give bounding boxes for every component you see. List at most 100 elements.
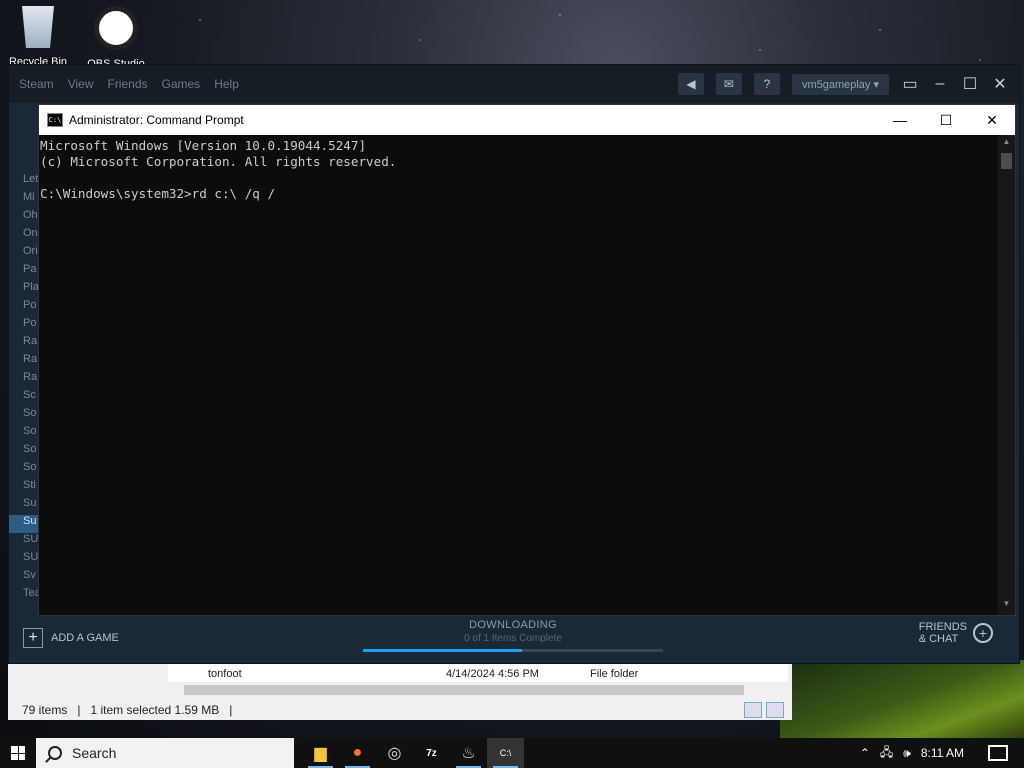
- table-row[interactable]: tonfoot 4/14/2024 4:56 PM File folder: [168, 664, 788, 682]
- obs-icon[interactable]: ◎: [376, 738, 413, 768]
- scroll-down-icon[interactable]: ▼: [998, 599, 1015, 613]
- friends-chat-button[interactable]: FRIENDS & CHAT +: [919, 621, 993, 645]
- taskbar-apps: ▆ ● ◎ 7z ♨ C:\: [302, 738, 524, 768]
- window-title: Administrator: Command Prompt: [69, 113, 244, 127]
- steam-icon[interactable]: ♨: [450, 738, 487, 768]
- close-icon[interactable]: ✕: [991, 74, 1009, 94]
- download-progress-fill: [363, 649, 522, 652]
- vertical-scrollbar[interactable]: ▲ ▼: [998, 135, 1015, 615]
- sidebar-item[interactable]: Ra: [9, 371, 39, 389]
- sidebar-item[interactable]: Oh: [9, 209, 39, 227]
- add-game-button[interactable]: + ADD A GAME: [23, 628, 119, 648]
- menu-games[interactable]: Games: [162, 77, 201, 91]
- download-status[interactable]: DOWNLOADING 0 of 1 Items Complete: [363, 615, 663, 652]
- sidebar-item[interactable]: Po: [9, 299, 39, 317]
- console-output[interactable]: Microsoft Windows [Version 10.0.19044.52…: [39, 135, 999, 615]
- sidebar-item[interactable]: SU: [9, 551, 39, 569]
- cmd-icon: C:\: [47, 113, 63, 127]
- sidebar-item[interactable]: Ori: [9, 245, 39, 263]
- sidebar-item[interactable]: Po: [9, 317, 39, 335]
- sidebar-item[interactable]: So: [9, 425, 39, 443]
- large-icons-view-icon[interactable]: [766, 702, 784, 718]
- sidebar-item[interactable]: Su: [9, 497, 39, 515]
- sidebar-item[interactable]: Ra: [9, 353, 39, 371]
- sidebar-item[interactable]: Sv: [9, 569, 39, 587]
- console-prompt-line: C:\Windows\system32>rd c:\ /q /: [40, 186, 276, 201]
- minimize-icon[interactable]: –: [931, 75, 949, 93]
- sidebar-item[interactable]: Ra: [9, 335, 39, 353]
- start-button[interactable]: [0, 738, 36, 768]
- sidebar-item[interactable]: So: [9, 461, 39, 479]
- minimize-icon[interactable]: —: [877, 105, 923, 135]
- network-icon[interactable]: 🖧: [880, 743, 893, 764]
- menu-view[interactable]: View: [68, 77, 94, 91]
- sidebar-item[interactable]: Su: [9, 515, 39, 533]
- status-bar: 79 items | 1 item selected 1.59 MB |: [8, 700, 792, 720]
- volume-icon[interactable]: 🕪: [903, 746, 911, 761]
- sidebar-item[interactable]: Pla: [9, 281, 39, 299]
- desktop-icon-recycle-bin[interactable]: Recycle Bin: [8, 6, 68, 68]
- notifications-icon[interactable]: ✉: [715, 73, 742, 95]
- sidebar-item[interactable]: SU: [9, 533, 39, 551]
- scrollbar-thumb[interactable]: [1001, 153, 1012, 169]
- items-count: 79 items: [22, 703, 68, 717]
- 7zip-icon[interactable]: 7z: [413, 738, 450, 768]
- download-progress-bar: [363, 649, 663, 652]
- desktop-icon-obs-studio[interactable]: OBS Studio: [86, 6, 146, 70]
- close-icon[interactable]: ✕: [969, 105, 1015, 135]
- sidebar-item[interactable]: Tea: [9, 587, 39, 605]
- view-switcher: [744, 702, 784, 718]
- sidebar-item[interactable]: Let: [9, 173, 39, 191]
- menu-friends[interactable]: Friends: [107, 77, 147, 91]
- cmd-title-bar[interactable]: C:\ Administrator: Command Prompt — ☐ ✕: [39, 105, 1015, 135]
- chat-label: & CHAT: [918, 633, 959, 645]
- windows-logo-icon: [11, 746, 25, 760]
- account-menu[interactable]: vm5gameplay ▾: [791, 73, 889, 95]
- sidebar-item[interactable]: Pa: [9, 263, 39, 281]
- sidebar-item[interactable]: On: [9, 227, 39, 245]
- taskbar-search[interactable]: Search: [36, 738, 294, 768]
- obs-icon: [94, 6, 138, 50]
- plus-icon: +: [23, 628, 43, 648]
- horizontal-scrollbar[interactable]: [166, 682, 776, 698]
- add-game-label: ADD A GAME: [51, 632, 119, 644]
- maximize-icon[interactable]: ☐: [923, 105, 969, 135]
- scrollbar-thumb[interactable]: [184, 685, 744, 695]
- username: vm5gameplay: [801, 78, 871, 91]
- steam-bottom-bar: + ADD A GAME DOWNLOADING 0 of 1 Items Co…: [9, 615, 1019, 661]
- search-icon: [48, 746, 62, 760]
- sidebar-item[interactable]: Mi: [9, 191, 39, 209]
- separator: |: [229, 703, 233, 717]
- cmd-icon[interactable]: C:\: [487, 738, 524, 768]
- system-tray: ⌃ 🖧 🕪 8:11 AM: [860, 738, 1024, 768]
- firefox-icon[interactable]: ●: [339, 738, 376, 768]
- chevron-up-icon[interactable]: ⌃: [860, 746, 870, 760]
- menu-steam[interactable]: Steam: [19, 77, 54, 91]
- steam-library-list: Let Mi Oh On Ori Pa Pla Po Po Ra Ra Ra Sc So So So So Sti…: [9, 173, 39, 673]
- file-name: tonfoot: [208, 668, 242, 680]
- sidebar-item[interactable]: So: [9, 443, 39, 461]
- menu-help[interactable]: Help: [214, 77, 239, 91]
- details-view-icon[interactable]: [744, 702, 762, 718]
- file-explorer-window: tonfoot 4/14/2024 4:56 PM File folder 79…: [8, 664, 792, 720]
- separator: |: [77, 703, 81, 717]
- file-explorer-icon[interactable]: ▆: [302, 738, 339, 768]
- taskbar: Search ▆ ● ◎ 7z ♨ C:\ ⌃ 🖧 🕪 8:11 AM: [0, 738, 1024, 768]
- maximize-icon[interactable]: ☐: [961, 74, 979, 94]
- selection-info: 1 item selected 1.59 MB: [90, 703, 220, 717]
- sidebar-item[interactable]: Sc: [9, 389, 39, 407]
- broadcast-icon[interactable]: ◀: [677, 73, 704, 95]
- sidebar-item[interactable]: So: [9, 407, 39, 425]
- help-icon[interactable]: ?: [753, 73, 780, 95]
- sidebar-item[interactable]: Sti: [9, 479, 39, 497]
- file-date: 4/14/2024 4:56 PM: [446, 668, 539, 680]
- console-line: Microsoft Windows [Version 10.0.19044.52…: [40, 138, 367, 153]
- clock[interactable]: 8:11 AM: [921, 746, 964, 760]
- notification-center-icon[interactable]: [988, 745, 1008, 761]
- add-friend-icon: +: [973, 623, 993, 643]
- scroll-up-icon[interactable]: ▲: [998, 137, 1015, 151]
- console-line: (c) Microsoft Corporation. All rights re…: [40, 154, 397, 169]
- friends-label: FRIENDS: [918, 621, 967, 633]
- big-picture-icon[interactable]: ▭: [901, 74, 919, 94]
